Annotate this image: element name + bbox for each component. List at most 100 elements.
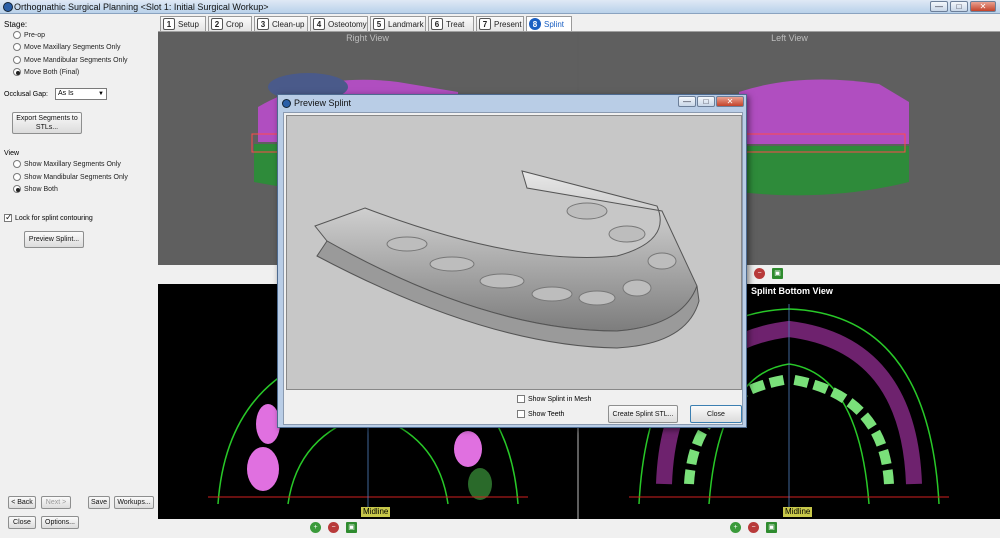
view-radio-both[interactable]: Show Both [13, 185, 58, 193]
tab-present[interactable]: 7 Present [476, 16, 524, 31]
tooth-impression [429, 256, 475, 272]
tab-number: 7 [479, 18, 491, 30]
tooth-right [454, 431, 482, 467]
zoom-out-icon[interactable]: − [754, 268, 765, 279]
export-segments-button[interactable]: Export Segments to STLs... [12, 112, 82, 134]
mandibular-teeth [739, 146, 909, 196]
fit-view-icon[interactable]: ▣ [772, 268, 783, 279]
dialog-title: Preview Splint [294, 98, 352, 108]
tab-label: Splint [544, 19, 565, 29]
checkbox-indicator [517, 395, 525, 403]
create-splint-stl-button[interactable]: Create Splint STL... [608, 405, 678, 423]
tooth-right [468, 468, 492, 500]
splint-model [314, 170, 700, 349]
tooth-impression [622, 279, 652, 297]
close-button[interactable]: Close [8, 516, 36, 529]
zoom-out-icon[interactable]: − [748, 522, 759, 533]
radio-indicator [13, 185, 21, 193]
midline-label: Midline [783, 507, 813, 517]
tab-clean-up[interactable]: 3 Clean-up [254, 16, 308, 31]
options-button[interactable]: Options... [41, 516, 79, 529]
view-radio-maxillary[interactable]: Show Maxillary Segments Only [13, 160, 121, 168]
tab-number: 8 [529, 18, 541, 30]
app-title: Orthognathic Surgical Planning <Slot 1: … [14, 2, 269, 12]
save-button[interactable]: Save [88, 496, 110, 509]
tab-crop[interactable]: 2 Crop [208, 16, 252, 31]
view-radio-mandibular[interactable]: Show Mandibular Segments Only [13, 173, 128, 181]
tooth-impression [386, 236, 428, 252]
fit-view-icon[interactable]: ▣ [766, 522, 777, 533]
tab-label: Present [494, 19, 522, 29]
tab-setup[interactable]: 1 Setup [160, 16, 206, 31]
splint-body [314, 170, 698, 332]
tooth-impression [647, 252, 677, 270]
preview-splint-button[interactable]: Preview Splint... [24, 231, 84, 248]
preview-splint-dialog: Preview Splint — □ ✕ Show Splint in Mesh… [277, 94, 747, 428]
zoom-in-icon[interactable]: + [730, 522, 741, 533]
tab-splint[interactable]: 8 Splint [526, 16, 572, 31]
tab-number: 3 [257, 18, 269, 30]
radio-indicator [13, 160, 21, 168]
dialog-close-icon-button[interactable]: ✕ [716, 96, 744, 107]
workflow-tabs: 1 Setup 2 Crop 3 Clean-up 4 Osteotomy 5 Landm… [158, 14, 1000, 32]
tab-treat[interactable]: 6 Treat [428, 16, 474, 31]
dialog-minimize-button[interactable]: — [678, 96, 696, 107]
tab-number: 6 [431, 18, 443, 30]
occlusal-gap-select[interactable]: As Is ▼ [55, 88, 107, 100]
show-teeth-label: Show Teeth [528, 410, 565, 418]
show-teeth-checkbox[interactable]: Show Teeth [517, 410, 564, 418]
app-icon [3, 2, 13, 12]
zoom-out-icon[interactable]: − [328, 522, 339, 533]
dialog-app-icon [282, 99, 291, 108]
tab-number: 4 [313, 18, 325, 30]
tooth-left [247, 447, 279, 491]
radio-indicator [13, 43, 21, 51]
zoom-in-icon[interactable]: + [310, 522, 321, 533]
stage-radio-mandibular[interactable]: Move Mandibular Segments Only [13, 56, 128, 64]
splint-bottom-view-title: Splint Bottom View [751, 286, 833, 296]
show-mesh-label: Show Splint in Mesh [528, 395, 592, 403]
title-bar: Orthognathic Surgical Planning <Slot 1: … [0, 0, 1000, 14]
tooth-impression [608, 225, 646, 243]
dialog-close-button[interactable]: Close [690, 405, 742, 423]
stage-radio-pre-op[interactable]: Pre-op [13, 31, 45, 39]
view-option-label: Show Mandibular Segments Only [24, 173, 128, 181]
next-button[interactable]: Next > [41, 496, 71, 509]
view-option-label: Show Both [24, 185, 58, 193]
show-splint-mesh-checkbox[interactable]: Show Splint in Mesh [517, 395, 591, 403]
back-button[interactable]: < Back [8, 496, 36, 509]
mandibular-arch-teeth [788, 374, 894, 485]
radio-indicator [13, 31, 21, 39]
occlusal-gap-label: Occlusal Gap: [4, 91, 48, 98]
tab-label: Setup [178, 19, 199, 29]
radio-indicator [13, 56, 21, 64]
minimize-button[interactable]: — [930, 1, 948, 12]
dialog-maximize-button[interactable]: □ [697, 96, 715, 107]
lock-splint-label: Lock for splint contouring [15, 214, 93, 222]
stage-radio-maxillary[interactable]: Move Maxillary Segments Only [13, 43, 120, 51]
stage-label: Stage: [4, 20, 28, 29]
fit-view-icon[interactable]: ▣ [346, 522, 357, 533]
tab-label: Treat [446, 19, 465, 29]
radio-indicator [13, 173, 21, 181]
workups-button[interactable]: Workups... [114, 496, 154, 509]
tooth-impression [566, 202, 608, 220]
left-view-title: Left View [771, 33, 808, 43]
radio-indicator [13, 68, 21, 76]
tab-osteotomy[interactable]: 4 Osteotomy [310, 16, 368, 31]
midline-label: Midline [361, 507, 391, 517]
close-window-button[interactable]: ✕ [970, 1, 996, 12]
checkbox-indicator [4, 212, 13, 223]
splint-3d-viewport[interactable] [286, 115, 742, 390]
checkbox-indicator [517, 410, 525, 418]
left-panel: Stage: Pre-op Move Maxillary Segments On… [0, 14, 158, 538]
tab-landmark[interactable]: 5 Landmark [370, 16, 426, 31]
lock-splint-checkbox[interactable]: Lock for splint contouring [4, 212, 93, 223]
maximize-button[interactable]: □ [950, 1, 968, 12]
dialog-body: Show Splint in Mesh Show Teeth Create Sp… [283, 112, 743, 425]
tooth-impression [479, 273, 525, 289]
occlusal-gap-value: As Is [58, 90, 74, 97]
tab-number: 2 [211, 18, 223, 30]
tab-number: 5 [373, 18, 385, 30]
stage-radio-move-both[interactable]: Move Both (Final) [13, 68, 79, 76]
